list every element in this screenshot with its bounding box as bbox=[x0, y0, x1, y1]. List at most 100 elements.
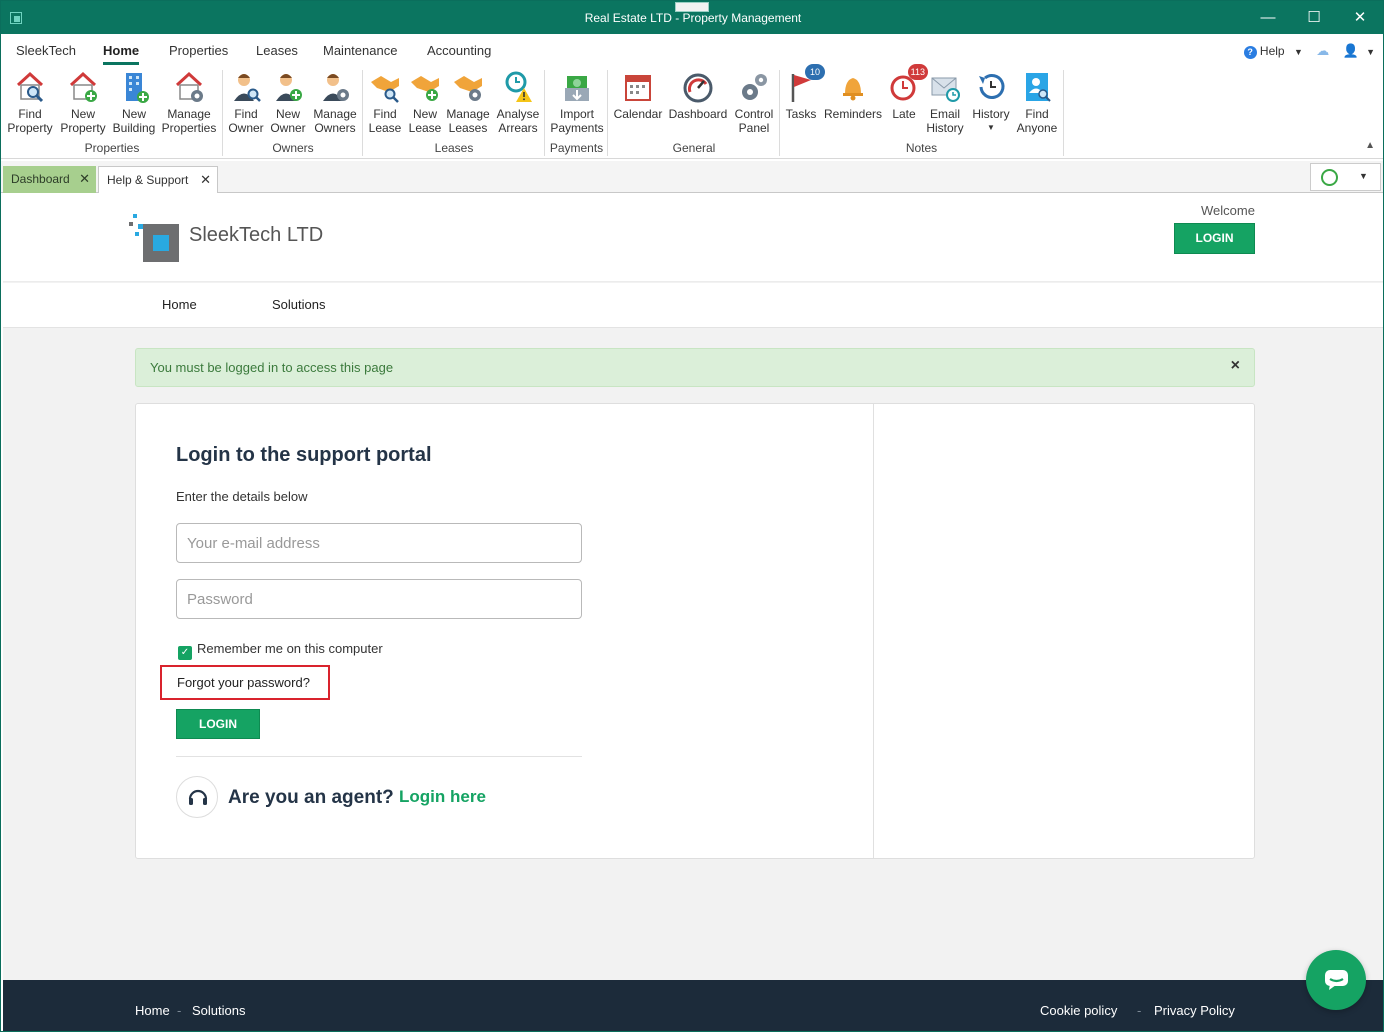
calendar-button[interactable]: Calendar bbox=[612, 70, 664, 121]
ribbon-separator bbox=[1063, 70, 1064, 156]
agent-login-link[interactable]: Login here bbox=[399, 787, 486, 807]
new-lease-button[interactable]: New Lease bbox=[406, 70, 444, 135]
analyse-arrears-button[interactable]: Analyse Arrears bbox=[494, 70, 542, 135]
import-payments-button[interactable]: Import Payments bbox=[549, 70, 605, 135]
email-input[interactable] bbox=[176, 523, 582, 563]
tasks-button[interactable]: 10 Tasks bbox=[784, 64, 825, 121]
help-menu[interactable]: Help bbox=[1260, 44, 1285, 58]
email-history-button[interactable]: Email History bbox=[923, 70, 967, 135]
menu-tab-accounting[interactable]: Accounting bbox=[427, 43, 491, 58]
help-dropdown-icon[interactable]: ▼ bbox=[1294, 47, 1303, 57]
group-general-label: General bbox=[672, 141, 716, 155]
house-add-icon bbox=[67, 70, 99, 104]
control-panel-label: Control Panel bbox=[734, 107, 774, 135]
user-dropdown-icon[interactable]: ▼ bbox=[1366, 47, 1375, 57]
calendar-icon bbox=[622, 70, 654, 104]
tabs-dropdown-icon[interactable]: ▼ bbox=[1359, 171, 1368, 181]
house-search-icon bbox=[14, 70, 46, 104]
menu-tab-leases[interactable]: Leases bbox=[256, 43, 298, 58]
manage-properties-button[interactable]: Manage Properties bbox=[161, 70, 217, 135]
history-button[interactable]: History ▼ bbox=[969, 70, 1013, 135]
email-history-label: Email History bbox=[926, 107, 964, 135]
close-tab-icon[interactable]: ✕ bbox=[200, 167, 211, 193]
login-title: Login to the support portal bbox=[176, 444, 432, 466]
group-owners-label: Owners bbox=[272, 141, 314, 155]
find-lease-button[interactable]: Find Lease bbox=[366, 70, 404, 135]
footer-separator: - bbox=[1137, 1003, 1142, 1018]
password-input[interactable] bbox=[176, 579, 582, 619]
cloud-icon[interactable]: ☁ bbox=[1316, 43, 1329, 58]
card-divider bbox=[873, 404, 874, 858]
user-icon[interactable]: 👤 bbox=[1343, 43, 1359, 58]
menu-tab-maintenance[interactable]: Maintenance bbox=[323, 43, 397, 58]
close-button[interactable]: ✕ bbox=[1337, 1, 1383, 34]
find-property-button[interactable]: Find Property bbox=[6, 70, 54, 135]
remember-me-checkbox[interactable]: ✓ Remember me on this computer bbox=[178, 641, 383, 660]
late-button[interactable]: 113 Late bbox=[887, 64, 928, 121]
tab-dashboard-label: Dashboard bbox=[11, 172, 70, 186]
new-lease-label: New Lease bbox=[408, 107, 442, 135]
header-login-button[interactable]: LOGIN bbox=[1174, 223, 1255, 254]
agent-question: Are you an agent? bbox=[228, 787, 394, 808]
chat-widget-button[interactable] bbox=[1306, 950, 1366, 1010]
dashboard-button[interactable]: Dashboard bbox=[667, 70, 729, 121]
control-panel-button[interactable]: Control Panel bbox=[731, 70, 777, 135]
login-subtitle: Enter the details below bbox=[176, 489, 308, 504]
chat-bubble-icon bbox=[1325, 970, 1348, 990]
headset-icon bbox=[176, 776, 218, 818]
footer-link-cookie-policy[interactable]: Cookie policy bbox=[1040, 1003, 1117, 1018]
ribbon: Find Property New Property New Building … bbox=[1, 64, 1383, 159]
dashboard-label: Dashboard bbox=[668, 107, 728, 121]
sleektech-logo[interactable] bbox=[129, 212, 179, 262]
handshake-gear-icon bbox=[452, 70, 484, 104]
menu-tab-sleektech[interactable]: SleekTech bbox=[16, 43, 76, 58]
maximize-button[interactable]: ☐ bbox=[1291, 1, 1337, 34]
refresh-icon[interactable] bbox=[1321, 169, 1338, 186]
footer-link-privacy-policy[interactable]: Privacy Policy bbox=[1154, 1003, 1235, 1018]
drag-grip[interactable] bbox=[675, 2, 709, 12]
manage-owners-label: Manage Owners bbox=[313, 107, 357, 135]
tab-dashboard[interactable]: Dashboard ✕ bbox=[3, 166, 96, 193]
find-owner-label: Find Owner bbox=[228, 107, 264, 135]
gauge-icon bbox=[682, 70, 714, 104]
house-gear-icon bbox=[173, 70, 205, 104]
alert-close-icon[interactable]: × bbox=[1231, 357, 1240, 375]
group-leases-label: Leases bbox=[434, 141, 474, 155]
minimize-button[interactable]: — bbox=[1245, 1, 1291, 34]
collapse-ribbon-icon[interactable]: ▲ bbox=[1365, 140, 1375, 151]
manage-owners-button[interactable]: Manage Owners bbox=[311, 70, 359, 135]
find-owner-button[interactable]: Find Owner bbox=[227, 70, 265, 135]
help-icon[interactable]: ? bbox=[1243, 46, 1257, 59]
web-view: SleekTech LTD Welcome LOGIN Home Solutio… bbox=[3, 194, 1383, 1031]
footer-separator: - bbox=[177, 1003, 182, 1018]
brand-name: SleekTech LTD bbox=[189, 224, 324, 246]
tab-tools: ▼ bbox=[1310, 163, 1381, 191]
menu-tab-home[interactable]: Home bbox=[103, 43, 140, 65]
analyse-arrears-label: Analyse Arrears bbox=[496, 107, 540, 135]
history-dropdown-icon[interactable]: ▼ bbox=[969, 121, 1013, 135]
login-card: Login to the support portal Enter the de… bbox=[135, 403, 1255, 859]
handshake-search-icon bbox=[369, 70, 401, 104]
find-anyone-button[interactable]: Find Anyone bbox=[1014, 70, 1060, 135]
nav-home[interactable]: Home bbox=[162, 297, 197, 312]
forgot-password-link[interactable]: Forgot your password? bbox=[160, 665, 330, 700]
new-building-button[interactable]: New Building bbox=[110, 70, 158, 135]
new-owner-button[interactable]: New Owner bbox=[269, 70, 307, 135]
close-tab-icon[interactable]: ✕ bbox=[79, 166, 90, 192]
menu-tab-properties[interactable]: Properties bbox=[169, 43, 228, 58]
new-property-button[interactable]: New Property bbox=[59, 70, 107, 135]
footer-link-home[interactable]: Home bbox=[135, 1003, 170, 1018]
person-add-icon bbox=[272, 70, 304, 104]
new-property-label: New Property bbox=[60, 107, 106, 135]
manage-leases-label: Manage Leases bbox=[446, 107, 490, 135]
building-add-icon bbox=[118, 70, 150, 104]
manage-leases-button[interactable]: Manage Leases bbox=[445, 70, 491, 135]
history-icon bbox=[975, 70, 1007, 104]
login-submit-button[interactable]: LOGIN bbox=[176, 709, 260, 739]
footer-link-solutions[interactable]: Solutions bbox=[192, 1003, 245, 1018]
document-tabs: Dashboard ✕ Help & Support ✕ ▼ bbox=[1, 161, 1383, 193]
nav-solutions[interactable]: Solutions bbox=[272, 297, 325, 312]
tab-help-support[interactable]: Help & Support ✕ bbox=[98, 166, 218, 193]
reminders-button[interactable]: Reminders bbox=[822, 70, 884, 121]
checkmark-icon[interactable]: ✓ bbox=[178, 646, 192, 660]
